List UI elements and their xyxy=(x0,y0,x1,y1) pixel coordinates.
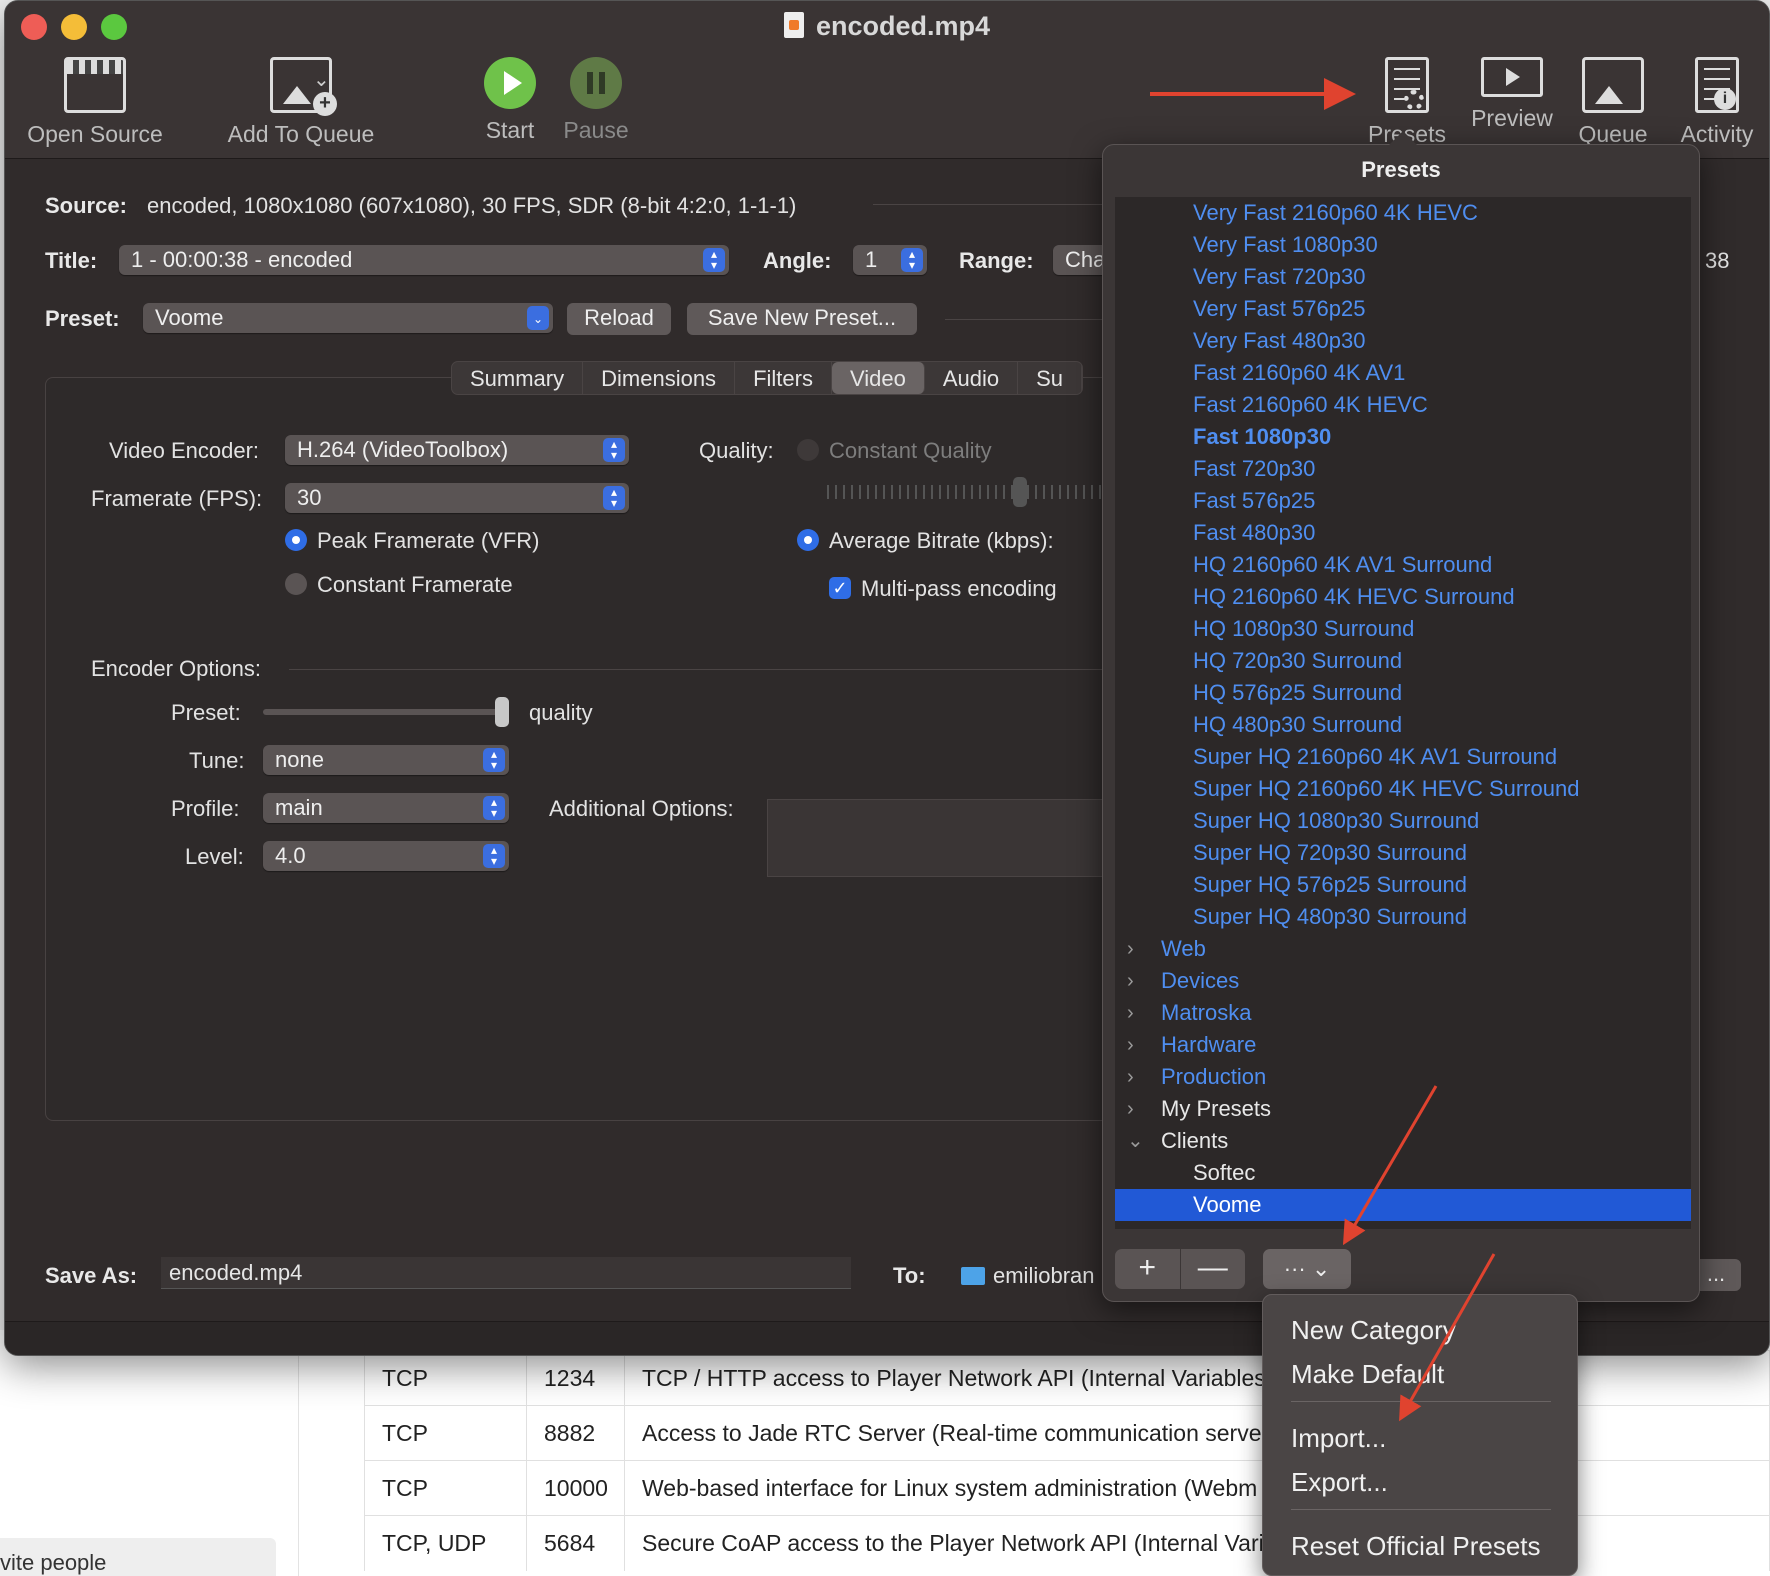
annotation-arrows xyxy=(1150,78,1496,1422)
arrow-to-actions-button xyxy=(1342,1085,1438,1246)
arrow-to-import-item xyxy=(1399,1253,1496,1422)
